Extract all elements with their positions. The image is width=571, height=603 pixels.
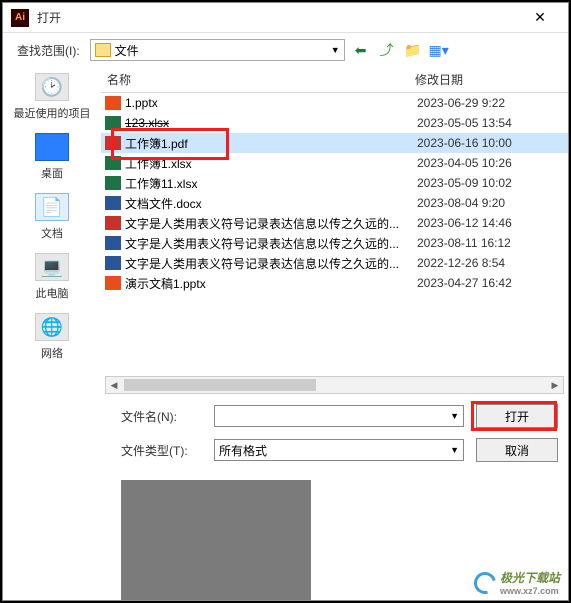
file-name: 文档文件.docx xyxy=(125,195,417,212)
file-date: 2023-04-27 16:42 xyxy=(417,276,512,290)
range-label: 查找范围(I): xyxy=(17,42,80,59)
file-name: 1.pptx xyxy=(125,96,417,110)
toolbar: 查找范围(I): 文件 ▼ ⬅ ⤴ 📁 ▦▾ xyxy=(3,33,568,67)
file-row[interactable]: 演示文稿1.pptx2023-04-27 16:42 xyxy=(101,273,568,293)
list-header: 名称 修改日期 xyxy=(101,67,568,93)
file-date: 2023-08-11 16:12 xyxy=(417,236,511,250)
file-name: 工作簿1.pdf xyxy=(125,135,417,152)
close-button[interactable]: ✕ xyxy=(520,6,560,30)
cancel-button[interactable]: 取消 xyxy=(476,438,558,462)
file-row[interactable]: 1.pptx2023-06-29 9:22 xyxy=(101,93,568,113)
chevron-down-icon: ▼ xyxy=(450,411,459,421)
window-title: 打开 xyxy=(37,9,520,26)
file-icon xyxy=(105,176,121,190)
path-dropdown[interactable]: 文件 ▼ xyxy=(90,39,345,61)
thispc-icon: 💻 xyxy=(35,253,69,281)
recent-icon: 🕑 xyxy=(35,73,69,101)
titlebar: Ai 打开 ✕ xyxy=(3,3,568,33)
watermark-logo-icon xyxy=(470,567,500,597)
sidebar-item-desktop[interactable]: 桌面 xyxy=(8,133,96,181)
documents-icon: 📄 xyxy=(35,193,69,221)
h-scrollbar[interactable]: ◀ ▶ xyxy=(105,376,564,394)
sidebar-item-documents[interactable]: 📄 文档 xyxy=(8,193,96,241)
filetype-label: 文件类型(T): xyxy=(121,442,206,459)
filetype-select[interactable]: 所有格式 ▼ xyxy=(214,439,464,461)
app-icon: Ai xyxy=(11,9,29,27)
folder-icon xyxy=(95,43,111,57)
column-date[interactable]: 修改日期 xyxy=(415,71,568,88)
sidebar-item-recent[interactable]: 🕑 最近使用的项目 xyxy=(8,73,96,121)
file-icon xyxy=(105,96,121,110)
file-icon xyxy=(105,136,121,150)
file-date: 2023-04-05 10:26 xyxy=(417,156,512,170)
scroll-thumb[interactable] xyxy=(124,379,316,391)
file-date: 2023-06-16 10:00 xyxy=(417,136,512,150)
up-icon[interactable]: ⤴ xyxy=(377,40,397,60)
file-icon xyxy=(105,156,121,170)
file-row[interactable]: 工作簿11.xlsx2023-05-09 10:02 xyxy=(101,173,568,193)
file-row[interactable]: 文字是人类用表义符号记录表达信息以传之久远的...2022-12-26 8:54 xyxy=(101,253,568,273)
file-date: 2023-08-04 9:20 xyxy=(417,196,505,210)
sidebar: 🕑 最近使用的项目 桌面 📄 文档 💻 此电脑 🌐 网络 xyxy=(3,67,101,600)
file-icon xyxy=(105,276,121,290)
file-row[interactable]: 文档文件.docx2023-08-04 9:20 xyxy=(101,193,568,213)
filename-label: 文件名(N): xyxy=(121,408,206,425)
back-icon[interactable]: ⬅ xyxy=(351,40,371,60)
file-icon xyxy=(105,116,121,130)
desktop-icon xyxy=(35,133,69,161)
file-row[interactable]: 123.xlsx2023-05-05 13:54 xyxy=(101,113,568,133)
open-dialog: Ai 打开 ✕ 查找范围(I): 文件 ▼ ⬅ ⤴ 📁 ▦▾ 🕑 最近使用的项目… xyxy=(2,2,569,601)
file-row[interactable]: 文字是人类用表义符号记录表达信息以传之久远的...2023-08-11 16:1… xyxy=(101,233,568,253)
file-name: 演示文稿1.pptx xyxy=(125,275,417,292)
file-name: 工作簿11.xlsx xyxy=(125,175,417,192)
sidebar-item-thispc[interactable]: 💻 此电脑 xyxy=(8,253,96,301)
scroll-right-icon[interactable]: ▶ xyxy=(547,377,563,393)
preview-thumbnail xyxy=(121,480,311,600)
file-date: 2023-05-05 13:54 xyxy=(417,116,512,130)
file-row[interactable]: 工作簿1.xlsx2023-04-05 10:26 xyxy=(101,153,568,173)
file-name: 123.xlsx xyxy=(125,116,417,130)
view-menu-icon[interactable]: ▦▾ xyxy=(429,40,449,60)
file-name: 文字是人类用表义符号记录表达信息以传之久远的... xyxy=(125,255,417,272)
file-date: 2022-12-26 8:54 xyxy=(417,256,505,270)
file-date: 2023-05-09 10:02 xyxy=(417,176,512,190)
filename-input[interactable]: ▼ xyxy=(214,405,464,427)
file-date: 2023-06-29 9:22 xyxy=(417,96,505,110)
chevron-down-icon: ▼ xyxy=(450,445,459,455)
file-row[interactable]: 工作簿1.pdf2023-06-16 10:00 xyxy=(101,133,568,153)
file-name: 文字是人类用表义符号记录表达信息以传之久远的... xyxy=(125,215,417,232)
watermark: 极光下载站 www.xz7.com xyxy=(474,569,560,596)
file-icon xyxy=(105,236,121,250)
file-row[interactable]: 文字是人类用表义符号记录表达信息以传之久远的...2023-06-12 14:4… xyxy=(101,213,568,233)
scroll-left-icon[interactable]: ◀ xyxy=(106,377,122,393)
sidebar-item-network[interactable]: 🌐 网络 xyxy=(8,313,96,361)
file-list: 1.pptx2023-06-29 9:22123.xlsx2023-05-05 … xyxy=(101,93,568,372)
network-icon: 🌐 xyxy=(35,313,69,341)
file-icon xyxy=(105,196,121,210)
file-icon xyxy=(105,216,121,230)
chevron-down-icon: ▼ xyxy=(331,45,340,55)
file-icon xyxy=(105,256,121,270)
column-name[interactable]: 名称 xyxy=(105,71,415,88)
file-date: 2023-06-12 14:46 xyxy=(417,216,512,230)
new-folder-icon[interactable]: 📁 xyxy=(403,40,423,60)
path-text: 文件 xyxy=(115,42,139,59)
file-name: 工作簿1.xlsx xyxy=(125,155,417,172)
file-name: 文字是人类用表义符号记录表达信息以传之久远的... xyxy=(125,235,417,252)
open-button[interactable]: 打开 xyxy=(476,404,558,428)
